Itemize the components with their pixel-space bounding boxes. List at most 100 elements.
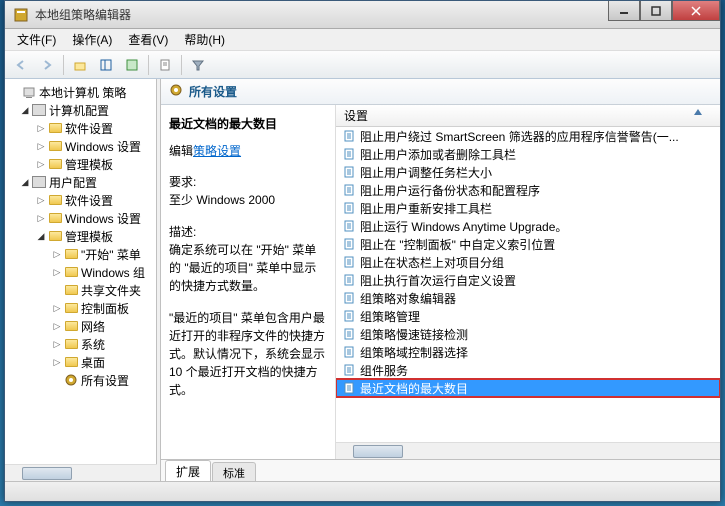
- tree-item[interactable]: ▷系统: [5, 335, 156, 353]
- policy-icon: [342, 219, 356, 233]
- edit-policy-link[interactable]: 策略设置: [193, 144, 241, 158]
- selected-policy-title: 最近文档的最大数目: [169, 115, 327, 132]
- back-button: [9, 54, 33, 76]
- policy-label: 最近文档的最大数目: [360, 380, 468, 397]
- policy-icon: [342, 291, 356, 305]
- tree-root[interactable]: 本地计算机 策略: [5, 83, 156, 101]
- policy-item[interactable]: 组件服务: [336, 361, 720, 379]
- policy-item[interactable]: 组策略域控制器选择: [336, 343, 720, 361]
- policy-item[interactable]: 阻止用户调整任务栏大小: [336, 163, 720, 181]
- policy-item[interactable]: 阻止用户重新安排工具栏: [336, 199, 720, 217]
- policy-label: 阻止在状态栏上对项目分组: [360, 254, 504, 271]
- policy-icon: [342, 381, 356, 395]
- policy-item[interactable]: 阻止执行首次运行自定义设置: [336, 271, 720, 289]
- description-label: 描述:: [169, 223, 327, 241]
- tree-all-settings[interactable]: 所有设置: [5, 371, 156, 389]
- policy-label: 组策略慢速链接检测: [360, 326, 468, 343]
- policy-item[interactable]: 组策略管理: [336, 307, 720, 325]
- policy-icon: [342, 309, 356, 323]
- policy-icon: [342, 327, 356, 341]
- content-title: 所有设置: [189, 83, 237, 100]
- policy-label: 阻止用户运行备份状态和配置程序: [360, 182, 540, 199]
- policy-icon: [342, 129, 356, 143]
- tree-computer-config[interactable]: ◢计算机配置: [5, 101, 156, 119]
- policy-label: 阻止用户添加或者删除工具栏: [360, 146, 516, 163]
- filter-button[interactable]: [186, 54, 210, 76]
- tab-standard[interactable]: 标准: [212, 462, 256, 481]
- policy-item[interactable]: 最近文档的最大数目: [336, 379, 720, 397]
- policy-item[interactable]: 组策略慢速链接检测: [336, 325, 720, 343]
- policy-label: 阻止用户重新安排工具栏: [360, 200, 492, 217]
- requirements-label: 要求:: [169, 173, 327, 191]
- view-tabs: 扩展 标准: [161, 459, 720, 481]
- tree-item[interactable]: ▷桌面: [5, 353, 156, 371]
- policy-icon: [342, 255, 356, 269]
- policy-icon: [342, 363, 356, 377]
- show-hide-button[interactable]: [94, 54, 118, 76]
- tree-item[interactable]: ▷"开始" 菜单: [5, 245, 156, 263]
- tree-item[interactable]: ▷网络: [5, 317, 156, 335]
- tree-item[interactable]: ▷Windows 设置: [5, 137, 156, 155]
- maximize-button[interactable]: [640, 1, 672, 21]
- tree-admin-templates[interactable]: ◢管理模板: [5, 227, 156, 245]
- menubar: 文件(F) 操作(A) 查看(V) 帮助(H): [5, 29, 720, 51]
- policy-item[interactable]: 阻止用户添加或者删除工具栏: [336, 145, 720, 163]
- description-text-1: 确定系统可以在 "开始" 菜单的 "最近的项目" 菜单中显示的快捷方式数量。: [169, 241, 327, 295]
- policy-item[interactable]: 阻止用户运行备份状态和配置程序: [336, 181, 720, 199]
- menu-help[interactable]: 帮助(H): [176, 29, 233, 50]
- policy-label: 组策略域控制器选择: [360, 344, 468, 361]
- menu-file[interactable]: 文件(F): [9, 29, 64, 50]
- tab-extended[interactable]: 扩展: [165, 460, 211, 481]
- policy-label: 阻止执行首次运行自定义设置: [360, 272, 516, 289]
- toolbar: [5, 51, 720, 79]
- policy-icon: [342, 345, 356, 359]
- statusbar: [5, 481, 720, 501]
- policy-label: 组策略管理: [360, 308, 420, 325]
- window-title: 本地组策略编辑器: [35, 6, 608, 23]
- tree-view[interactable]: 本地计算机 策略 ◢计算机配置 ▷软件设置 ▷Windows 设置 ▷管理模板 …: [5, 79, 157, 464]
- policy-list[interactable]: 阻止用户绕过 SmartScreen 筛选器的应用程序信誉警告(一...阻止用户…: [336, 127, 720, 442]
- policy-icon: [342, 165, 356, 179]
- tree-item[interactable]: ▷软件设置: [5, 191, 156, 209]
- tree-item[interactable]: ▷Windows 组: [5, 263, 156, 281]
- policy-item[interactable]: 阻止运行 Windows Anytime Upgrade。: [336, 217, 720, 235]
- menu-action[interactable]: 操作(A): [64, 29, 120, 50]
- forward-button: [35, 54, 59, 76]
- tree-item[interactable]: ▷Windows 设置: [5, 209, 156, 227]
- policy-item[interactable]: 阻止用户绕过 SmartScreen 筛选器的应用程序信誉警告(一...: [336, 127, 720, 145]
- up-button[interactable]: [68, 54, 92, 76]
- list-h-scrollbar[interactable]: [336, 442, 720, 459]
- list-column-header[interactable]: 设置: [336, 105, 720, 127]
- gear-icon: [169, 83, 183, 100]
- menu-view[interactable]: 查看(V): [120, 29, 176, 50]
- minimize-button[interactable]: [608, 1, 640, 21]
- policy-label: 组件服务: [360, 362, 408, 379]
- description-pane: 最近文档的最大数目 编辑策略设置 要求: 至少 Windows 2000 描述:…: [161, 105, 336, 459]
- policy-label: 阻止用户绕过 SmartScreen 筛选器的应用程序信誉警告(一...: [360, 128, 679, 145]
- policy-icon: [342, 147, 356, 161]
- tree-user-config[interactable]: ◢用户配置: [5, 173, 156, 191]
- app-icon: [13, 7, 29, 23]
- policy-item[interactable]: 阻止在 "控制面板" 中自定义索引位置: [336, 235, 720, 253]
- policy-icon: [342, 183, 356, 197]
- export-button[interactable]: [120, 54, 144, 76]
- policy-label: 阻止在 "控制面板" 中自定义索引位置: [360, 236, 555, 253]
- tree-item[interactable]: ▷软件设置: [5, 119, 156, 137]
- tree-h-scrollbar[interactable]: [5, 464, 157, 481]
- tree-item[interactable]: ▷管理模板: [5, 155, 156, 173]
- policy-icon: [342, 237, 356, 251]
- tree-item[interactable]: 共享文件夹: [5, 281, 156, 299]
- properties-button[interactable]: [153, 54, 177, 76]
- content-header: 所有设置: [161, 79, 720, 105]
- requirements-value: 至少 Windows 2000: [169, 191, 327, 209]
- policy-label: 阻止用户调整任务栏大小: [360, 164, 492, 181]
- policy-icon: [342, 273, 356, 287]
- close-button[interactable]: [672, 1, 720, 21]
- policy-icon: [342, 201, 356, 215]
- description-text-2: "最近的项目" 菜单包含用户最近打开的非程序文件的快捷方式。默认情况下，系统会显…: [169, 309, 327, 399]
- titlebar: 本地组策略编辑器: [5, 1, 720, 29]
- policy-label: 阻止运行 Windows Anytime Upgrade。: [360, 218, 567, 235]
- policy-item[interactable]: 阻止在状态栏上对项目分组: [336, 253, 720, 271]
- tree-item[interactable]: ▷控制面板: [5, 299, 156, 317]
- policy-item[interactable]: 组策略对象编辑器: [336, 289, 720, 307]
